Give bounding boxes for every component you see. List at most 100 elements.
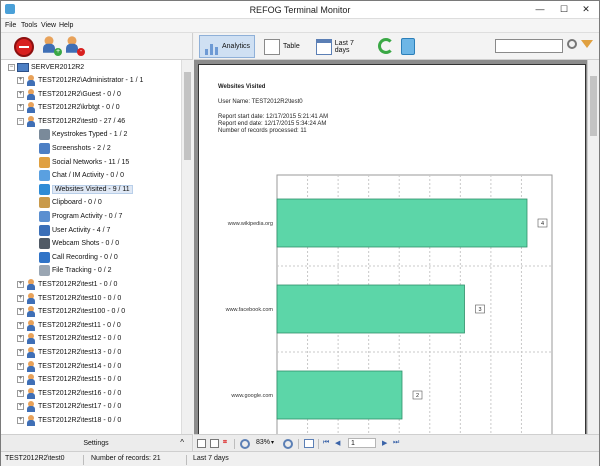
tree-node-category[interactable]: File Tracking - 0 / 2 <box>39 264 112 277</box>
refresh-icon[interactable] <box>378 38 394 54</box>
expand-toggle[interactable]: + <box>17 389 24 397</box>
tree-node-user[interactable]: + TEST2012R2\test14 - 0 / 0 <box>17 360 121 373</box>
tree-node-user[interactable]: + TEST2012R2\test1 - 0 / 0 <box>17 278 117 291</box>
menu-bar: File Tools View Help <box>1 19 599 33</box>
search-input[interactable] <box>495 39 563 53</box>
tree-node-category[interactable]: Social Networks - 11 / 15 <box>39 156 129 169</box>
chevron-up-icon[interactable]: ^ <box>180 438 184 447</box>
filter-icon[interactable] <box>581 40 593 48</box>
recycle-icon[interactable] <box>401 38 415 55</box>
first-page-icon[interactable]: ⏮ <box>323 439 329 447</box>
expand-toggle[interactable]: + <box>17 281 24 288</box>
zoom-out-icon[interactable] <box>283 439 293 449</box>
tree-node-category[interactable]: Call Recording - 0 / 0 <box>39 251 118 264</box>
expand-toggle[interactable]: + <box>17 417 24 424</box>
viewer-scrollbar[interactable] <box>587 60 599 434</box>
tree-node-category[interactable]: Screenshots - 2 / 2 <box>39 142 111 155</box>
globe-icon <box>39 183 50 195</box>
tree-node-user[interactable]: + TEST2012R2\Guest - 0 / 0 <box>17 88 121 101</box>
search-icon[interactable] <box>567 39 577 49</box>
tree-node-user[interactable]: + TEST2012R2\test16 - 0 / 0 <box>17 387 121 400</box>
expand-toggle[interactable]: + <box>17 376 24 384</box>
maximize-button[interactable]: ☐ <box>553 1 575 17</box>
remove-user-button[interactable]: - <box>65 36 85 57</box>
tree-node-user[interactable]: + TEST2012R2\test11 - 0 / 0 <box>17 319 121 332</box>
tree-node-user[interactable]: + TEST2012R2\test17 - 0 / 0 <box>17 400 121 413</box>
scrollbar-thumb[interactable] <box>590 76 597 136</box>
expand-toggle[interactable]: + <box>17 349 24 356</box>
table-button[interactable]: Table <box>260 35 304 58</box>
add-user-button[interactable]: + <box>42 36 62 57</box>
tree-scrollbar[interactable] <box>181 60 193 434</box>
tree-node-user[interactable]: + TEST2012R2\test12 - 0 / 0 <box>17 332 121 345</box>
computer-icon <box>17 63 29 72</box>
tree-node-user[interactable]: + TEST2012R2\test13 - 0 / 0 <box>17 346 121 359</box>
tree-node-user[interactable]: + TEST2012R2\Administrator - 1 / 1 <box>17 74 143 87</box>
tree-node-category[interactable]: Keystrokes Typed - 1 / 2 <box>39 128 127 141</box>
window-title: REFOG Terminal Monitor <box>249 5 351 15</box>
print-preview-icon[interactable] <box>210 439 219 448</box>
menu-view[interactable]: View <box>41 22 56 29</box>
tree-node-user[interactable]: + TEST2012R2\test100 - 0 / 0 <box>17 305 125 318</box>
menu-file[interactable]: File <box>5 22 16 29</box>
menu-tools[interactable]: Tools <box>21 22 37 29</box>
prev-page-icon[interactable]: ◀ <box>335 439 340 447</box>
tree-node-category[interactable]: Program Activity - 0 / 7 <box>39 210 122 223</box>
expand-toggle[interactable]: + <box>17 308 24 316</box>
expand-toggle[interactable]: + <box>17 321 24 329</box>
tree-node-label: TEST2012R2\test0 - 27 / 46 <box>38 117 126 125</box>
tree-node-label: Program Activity - 0 / 7 <box>52 213 123 220</box>
keyboard-icon <box>39 129 50 141</box>
table-icon <box>264 38 280 55</box>
pdf-icon[interactable]: ⌗ <box>223 439 227 447</box>
expand-toggle[interactable]: + <box>17 362 24 370</box>
tree-node-category[interactable]: Chat / IM Activity - 0 / 0 <box>39 169 124 182</box>
stop-monitoring-button[interactable] <box>14 37 34 57</box>
page-view-icon[interactable] <box>304 439 314 448</box>
stop-icon <box>19 46 29 48</box>
tree-node-user[interactable]: + TEST2012R2\test15 - 0 / 0 <box>17 373 121 386</box>
expand-toggle[interactable]: + <box>17 403 24 411</box>
period-button[interactable]: Last 7 days <box>312 35 374 58</box>
data-label: 2 <box>416 393 419 399</box>
tree-node-user[interactable]: − TEST2012R2\test0 - 27 / 46 <box>17 115 125 128</box>
report-viewer: Websites Visited User Name: TEST2012R2\t… <box>194 60 599 437</box>
tree-node-category[interactable]: Websites Visited - 9 / 11 <box>39 183 133 196</box>
user-activity-icon <box>39 224 50 236</box>
expand-toggle[interactable]: + <box>17 294 24 302</box>
close-button[interactable]: ✕ <box>575 1 597 17</box>
settings-bar[interactable]: Settings ^ <box>1 434 193 451</box>
tree-node-user[interactable]: + TEST2012R2\test10 - 0 / 0 <box>17 292 121 305</box>
scrollbar-thumb[interactable] <box>184 72 191 160</box>
tree-node-category[interactable]: Webcam Shots - 0 / 0 <box>39 237 119 250</box>
chart-bar <box>276 370 403 420</box>
expand-toggle[interactable]: + <box>17 77 24 84</box>
zoom-in-icon[interactable] <box>240 439 250 449</box>
expand-toggle[interactable]: + <box>17 335 24 343</box>
tree-node-label: TEST2012R2\test100 - 0 / 0 <box>38 308 126 316</box>
page-number-input[interactable]: 1 <box>348 438 376 448</box>
tree-node-category[interactable]: User Activity - 4 / 7 <box>39 224 110 237</box>
chevron-down-icon[interactable]: ▾ <box>271 439 274 446</box>
next-page-icon[interactable]: ▶ <box>382 439 387 447</box>
expand-toggle[interactable]: + <box>17 104 24 112</box>
tree-node-user[interactable]: + TEST2012R2\krbtgt - 0 / 0 <box>17 101 120 114</box>
program-icon <box>39 211 50 222</box>
chart-bar <box>276 284 465 334</box>
zoom-level[interactable]: 83% <box>256 439 270 446</box>
tree-node-label: Webcam Shots - 0 / 0 <box>52 240 120 248</box>
collapse-toggle[interactable]: − <box>17 117 24 125</box>
print-icon[interactable] <box>197 439 206 448</box>
tree-node-user[interactable]: + TEST2012R2\test18 - 0 / 0 <box>17 414 121 427</box>
menu-help[interactable]: Help <box>59 22 73 29</box>
collapse-toggle[interactable]: − <box>8 64 15 71</box>
analytics-button[interactable]: Analytics <box>199 35 255 58</box>
expand-toggle[interactable]: + <box>17 90 24 98</box>
minimize-button[interactable]: — <box>529 1 551 17</box>
webcam-icon <box>39 238 50 250</box>
settings-label: Settings <box>83 440 109 447</box>
last-page-icon[interactable]: ⏭ <box>393 439 399 447</box>
tree-node-category[interactable]: Clipboard - 0 / 0 <box>39 196 102 209</box>
tree-node-server[interactable]: − SERVER2012R2 <box>8 61 84 74</box>
user-icon <box>26 415 36 426</box>
